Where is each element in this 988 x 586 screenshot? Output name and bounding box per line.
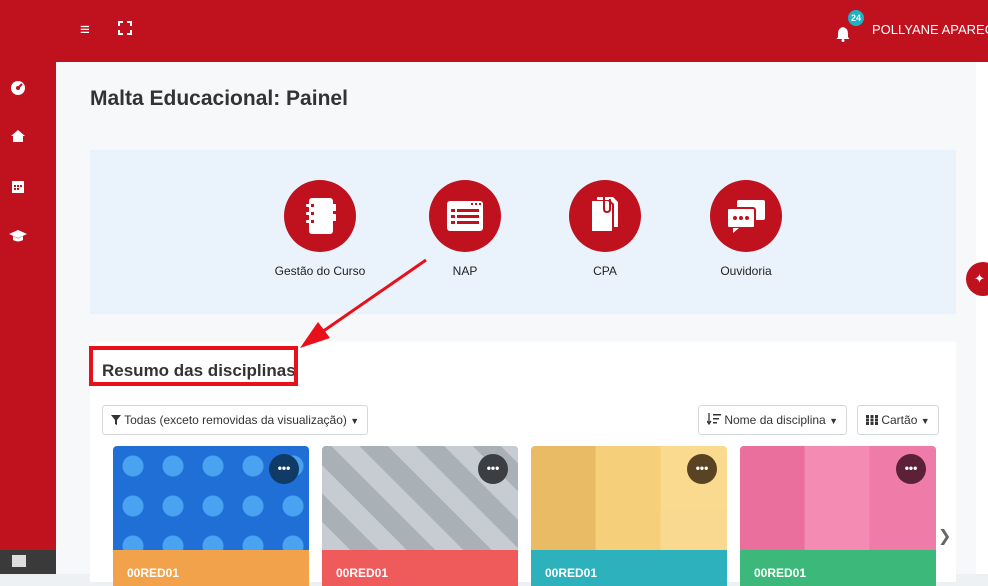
right-drawer-edge [976, 62, 988, 574]
course-card[interactable]: 00RED01 ••• [740, 446, 936, 586]
view-mode-dropdown[interactable]: Cartão ▼ [857, 405, 939, 435]
fullscreen-icon[interactable] [118, 21, 132, 35]
course-card[interactable]: 00RED01 ••• [113, 446, 309, 586]
sidebar [0, 0, 56, 574]
quick-link-label: Ouvidoria [720, 264, 772, 278]
chevron-right-icon[interactable]: ❯ [938, 526, 951, 546]
filter-icon [111, 415, 121, 425]
calendar-icon[interactable] [8, 178, 28, 198]
clipped-papers-icon [569, 180, 641, 252]
list-document-icon [429, 180, 501, 252]
sort-label: Nome da disciplina [724, 413, 826, 427]
drawer-icon [12, 555, 26, 567]
view-mode-label: Cartão [881, 413, 918, 427]
graduation-cap-icon[interactable] [8, 226, 28, 246]
quick-link-label: NAP [452, 264, 478, 278]
hamburger-menu-icon[interactable]: ≡ [80, 20, 90, 40]
page-title: Malta Educacional: Painel [90, 87, 348, 110]
course-code: 00RED01 [336, 566, 389, 580]
quick-link-gestao-do-curso[interactable]: Gestão do Curso [260, 180, 380, 278]
course-menu-button[interactable]: ••• [687, 454, 717, 484]
home-icon[interactable] [8, 128, 28, 148]
notification-count-badge: 24 [848, 10, 865, 26]
course-menu-button[interactable]: ••• [896, 454, 926, 484]
dashboard-icon[interactable] [8, 78, 28, 98]
sort-icon [706, 413, 721, 426]
sort-dropdown[interactable]: Nome da disciplina ▼ [698, 405, 847, 435]
notebook-icon [284, 180, 356, 252]
caret-down-icon: ▼ [829, 416, 838, 426]
top-navbar: ≡ 24 POLLYANE APAREC [0, 0, 988, 62]
user-menu[interactable]: POLLYANE APAREC [872, 22, 988, 37]
quick-link-ouvidoria[interactable]: Ouvidoria [686, 180, 806, 278]
caret-down-icon: ▼ [350, 416, 360, 426]
quick-link-nap[interactable]: NAP [405, 180, 525, 278]
course-code: 00RED01 [754, 566, 807, 580]
quick-link-label: Gestão do Curso [274, 264, 366, 278]
course-card[interactable]: 00RED01 ••• [322, 446, 518, 586]
annotation-highlight-box [89, 346, 298, 386]
pin-icon: ✦ [974, 271, 985, 286]
bell-icon[interactable] [836, 26, 850, 42]
quick-link-cpa[interactable]: CPA [545, 180, 665, 278]
caret-down-icon: ▼ [920, 416, 930, 426]
chat-bubbles-icon [710, 180, 782, 252]
visibility-filter-dropdown[interactable]: Todas (exceto removidas da visualização)… [102, 405, 369, 435]
visibility-filter-label: Todas (exceto removidas da visualização) [124, 413, 347, 427]
course-menu-button[interactable]: ••• [269, 454, 299, 484]
sidebar-footer[interactable] [0, 550, 56, 574]
course-code: 00RED01 [545, 566, 598, 580]
course-menu-button[interactable]: ••• [478, 454, 508, 484]
quick-link-label: CPA [593, 264, 617, 278]
course-code: 00RED01 [127, 566, 180, 580]
course-card[interactable]: 00RED01 ••• [531, 446, 727, 586]
grid-icon [866, 415, 878, 425]
